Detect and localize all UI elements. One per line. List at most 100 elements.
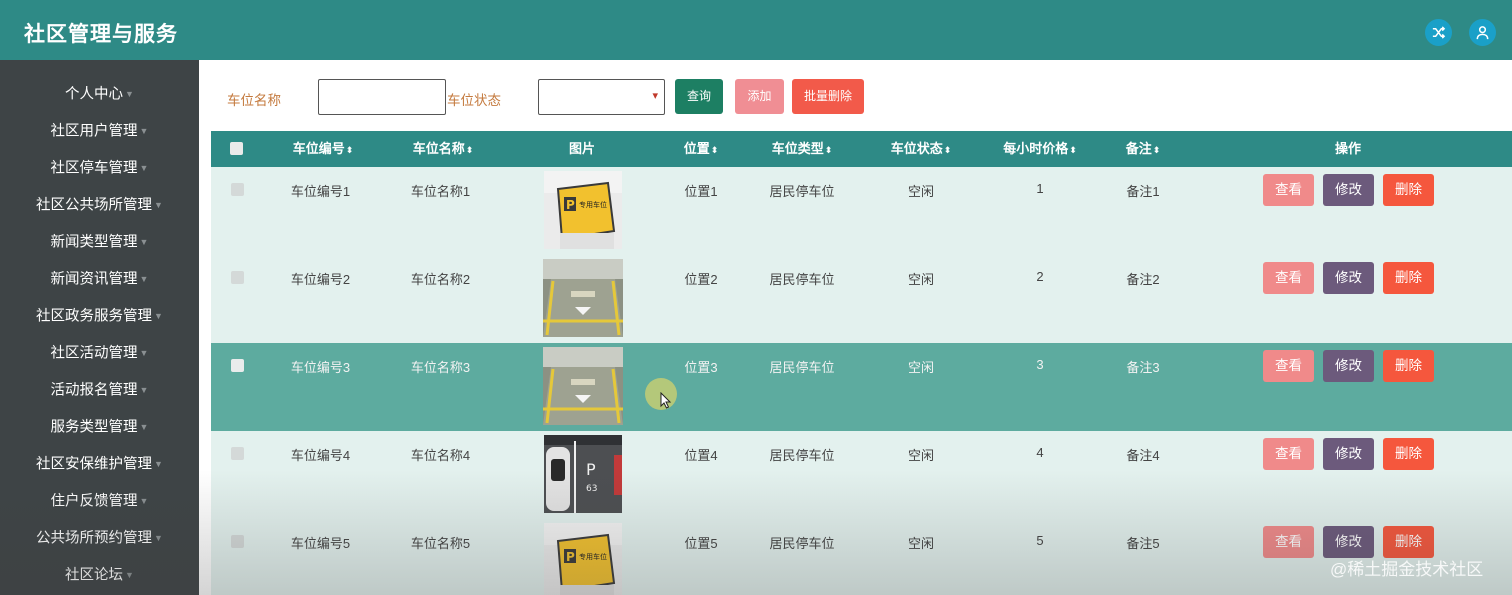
delete-button[interactable]: 删除 <box>1383 262 1434 294</box>
sign-text: 专用车位 <box>579 200 607 209</box>
edit-button[interactable]: 修改 <box>1323 526 1374 558</box>
sidebar-item-activity-signup[interactable]: 活动报名管理 ▼ <box>0 372 199 409</box>
row-checkbox[interactable] <box>231 183 244 196</box>
batch-delete-button[interactable]: 批量删除 <box>792 79 864 114</box>
sidebar-item-community-users[interactable]: 社区用户管理 ▼ <box>0 113 199 150</box>
sidebar-item-label: 社区停车管理 <box>50 160 138 177</box>
chevron-down-icon: ▼ <box>154 311 163 321</box>
delete-button[interactable]: 删除 <box>1383 438 1434 470</box>
sidebar-item-personal-center[interactable]: 个人中心 ▼ <box>0 76 199 113</box>
edit-button[interactable]: 修改 <box>1323 174 1374 206</box>
column-header-note[interactable]: 备注⬍ <box>1113 131 1173 167</box>
delete-button[interactable]: 删除 <box>1383 174 1434 206</box>
chevron-down-icon: ▼ <box>139 163 149 173</box>
row-checkbox[interactable] <box>231 359 244 372</box>
table-row: 车位编号4 车位名称4 P 63 位置4 居民停车位 空闲 4 备注4 查看 修改… <box>211 431 1512 519</box>
chevron-down-icon: ▼ <box>139 126 149 136</box>
column-header-type[interactable]: 车位类型⬍ <box>757 131 847 167</box>
parking-image: P 63 <box>544 435 622 513</box>
cell-code: 车位编号5 <box>290 536 351 551</box>
chevron-down-icon: ▼ <box>125 570 134 580</box>
cell-type: 居民停车位 <box>769 272 835 287</box>
chevron-down-icon: ▼ <box>125 89 134 99</box>
view-button[interactable]: 查看 <box>1263 350 1314 382</box>
sidebar-item-parking[interactable]: 社区停车管理 ▼ <box>0 150 199 187</box>
cell-name: 车位名称5 <box>410 536 471 551</box>
sidebar-item-gov-services[interactable]: 社区政务服务管理 ▼ <box>0 298 199 335</box>
cell-status: 空闲 <box>907 448 934 463</box>
cell-type: 居民停车位 <box>769 360 835 375</box>
table-row: 车位编号2 车位名称2 位置2 居民停车位 空闲 2 备注2 查看 修改 删除 <box>211 255 1512 343</box>
sidebar-item-label: 服务类型管理 <box>50 419 138 436</box>
cell-code: 车位编号2 <box>290 272 351 287</box>
row-checkbox[interactable] <box>231 535 244 548</box>
sidebar: 个人中心 ▼ 社区用户管理 ▼ 社区停车管理 ▼ 社区公共场所管理 ▼ 新闻类型管理 ▼ … <box>0 60 199 595</box>
parking-status-select[interactable]: ▾ <box>538 79 665 115</box>
sidebar-item-public-places[interactable]: 社区公共场所管理 ▼ <box>0 187 199 224</box>
column-header-image: 图片 <box>568 141 595 156</box>
parking-name-input[interactable] <box>318 79 446 115</box>
cell-status: 空闲 <box>907 536 934 551</box>
sidebar-item-label: 社区活动管理 <box>50 345 138 362</box>
delete-button[interactable]: 删除 <box>1383 526 1434 558</box>
edit-button[interactable]: 修改 <box>1323 350 1374 382</box>
edit-button[interactable]: 修改 <box>1323 438 1374 470</box>
row-checkbox[interactable] <box>231 271 244 284</box>
chevron-down-icon: ▼ <box>139 496 149 506</box>
table-row: 车位编号3 车位名称3 位置3 居民停车位 空闲 3 备注3 查看 修改 删除 <box>211 343 1512 431</box>
sidebar-item-news-types[interactable]: 新闻类型管理 ▼ <box>0 224 199 261</box>
column-header-price[interactable]: 每小时价格⬍ <box>995 131 1085 167</box>
sidebar-item-news[interactable]: 新闻资讯管理 ▼ <box>0 261 199 298</box>
edit-button[interactable]: 修改 <box>1323 262 1374 294</box>
row-checkbox[interactable] <box>231 447 244 460</box>
view-button[interactable]: 查看 <box>1263 262 1314 294</box>
app-title: 社区管理与服务 <box>24 23 178 46</box>
view-button[interactable]: 查看 <box>1263 438 1314 470</box>
cell-location: 位置3 <box>684 360 718 375</box>
cell-location: 位置2 <box>684 272 718 287</box>
delete-button[interactable]: 删除 <box>1383 350 1434 382</box>
spot-letter-p: P <box>586 460 596 479</box>
parking-image: P 专用车位 <box>544 171 622 249</box>
chevron-down-icon: ▼ <box>139 422 149 432</box>
view-button[interactable]: 查看 <box>1263 174 1314 206</box>
sidebar-item-security[interactable]: 社区安保维护管理 ▼ <box>0 446 199 483</box>
sidebar-item-label: 社区公共场所管理 <box>36 197 153 214</box>
add-button[interactable]: 添加 <box>735 79 784 114</box>
sidebar-item-activities[interactable]: 社区活动管理 ▼ <box>0 335 199 372</box>
sort-icon: ⬍ <box>1069 145 1077 155</box>
cell-type: 居民停车位 <box>769 184 835 199</box>
column-header-status[interactable]: 车位状态⬍ <box>876 131 966 167</box>
query-button[interactable]: 查询 <box>675 79 723 114</box>
sidebar-item-forum[interactable]: 社区论坛 ▼ <box>0 557 199 594</box>
parking-image <box>543 347 623 425</box>
table-row: 车位编号1 车位名称1 P 专用车位 位置1 居民停车位 空闲 1 备注1 查看 … <box>211 167 1512 255</box>
chevron-down-icon: ▼ <box>154 533 163 543</box>
sidebar-item-place-booking[interactable]: 公共场所预约管理 ▼ <box>0 520 199 557</box>
chevron-down-icon: ▼ <box>154 459 163 469</box>
column-header-code[interactable]: 车位编号⬍ <box>278 131 368 167</box>
cell-price: 3 <box>1036 357 1044 372</box>
sidebar-item-label: 社区政务服务管理 <box>36 308 153 325</box>
cell-status: 空闲 <box>907 360 934 375</box>
sign-text: 专用车位 <box>579 552 607 561</box>
cell-note: 备注4 <box>1126 448 1160 463</box>
sort-icon: ⬍ <box>345 145 354 155</box>
parking-image <box>543 259 623 337</box>
view-button[interactable]: 查看 <box>1263 526 1314 558</box>
user-icon[interactable] <box>1469 19 1496 46</box>
sidebar-item-label: 新闻资讯管理 <box>50 271 138 288</box>
select-all-checkbox[interactable] <box>230 142 243 155</box>
sidebar-item-service-types[interactable]: 服务类型管理 ▼ <box>0 409 199 446</box>
sidebar-item-feedback[interactable]: 住户反馈管理 ▼ <box>0 483 199 520</box>
chevron-down-icon: ▾ <box>652 90 658 102</box>
cell-price: 5 <box>1036 533 1044 548</box>
column-header-location[interactable]: 位置⬍ <box>666 131 736 167</box>
chevron-down-icon: ▼ <box>139 385 149 395</box>
shuffle-icon[interactable] <box>1425 19 1452 46</box>
sort-icon: ⬍ <box>1152 145 1161 155</box>
cell-note: 备注1 <box>1126 184 1160 199</box>
cell-name: 车位名称1 <box>410 184 471 199</box>
column-header-name[interactable]: 车位名称⬍ <box>398 131 488 167</box>
sidebar-item-label: 社区安保维护管理 <box>36 456 153 473</box>
